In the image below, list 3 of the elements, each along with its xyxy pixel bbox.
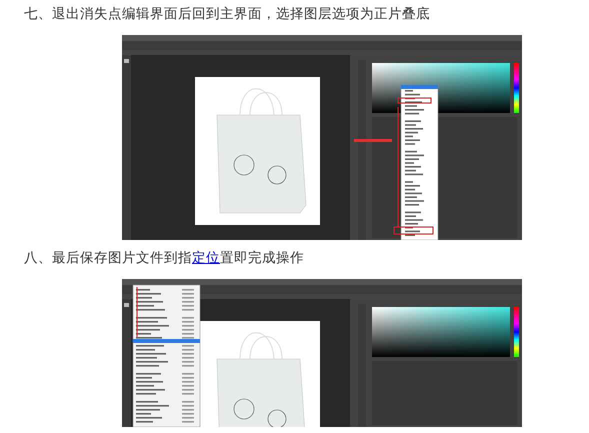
step-heading: 七、退出消失点编辑界面后回到主界面，选择图层选项为正片叠底 bbox=[24, 5, 431, 24]
step-heading: 八、最后保存图片文件到指定位置即完成操作 bbox=[24, 249, 305, 268]
text-link[interactable]: 定位 bbox=[192, 250, 220, 266]
